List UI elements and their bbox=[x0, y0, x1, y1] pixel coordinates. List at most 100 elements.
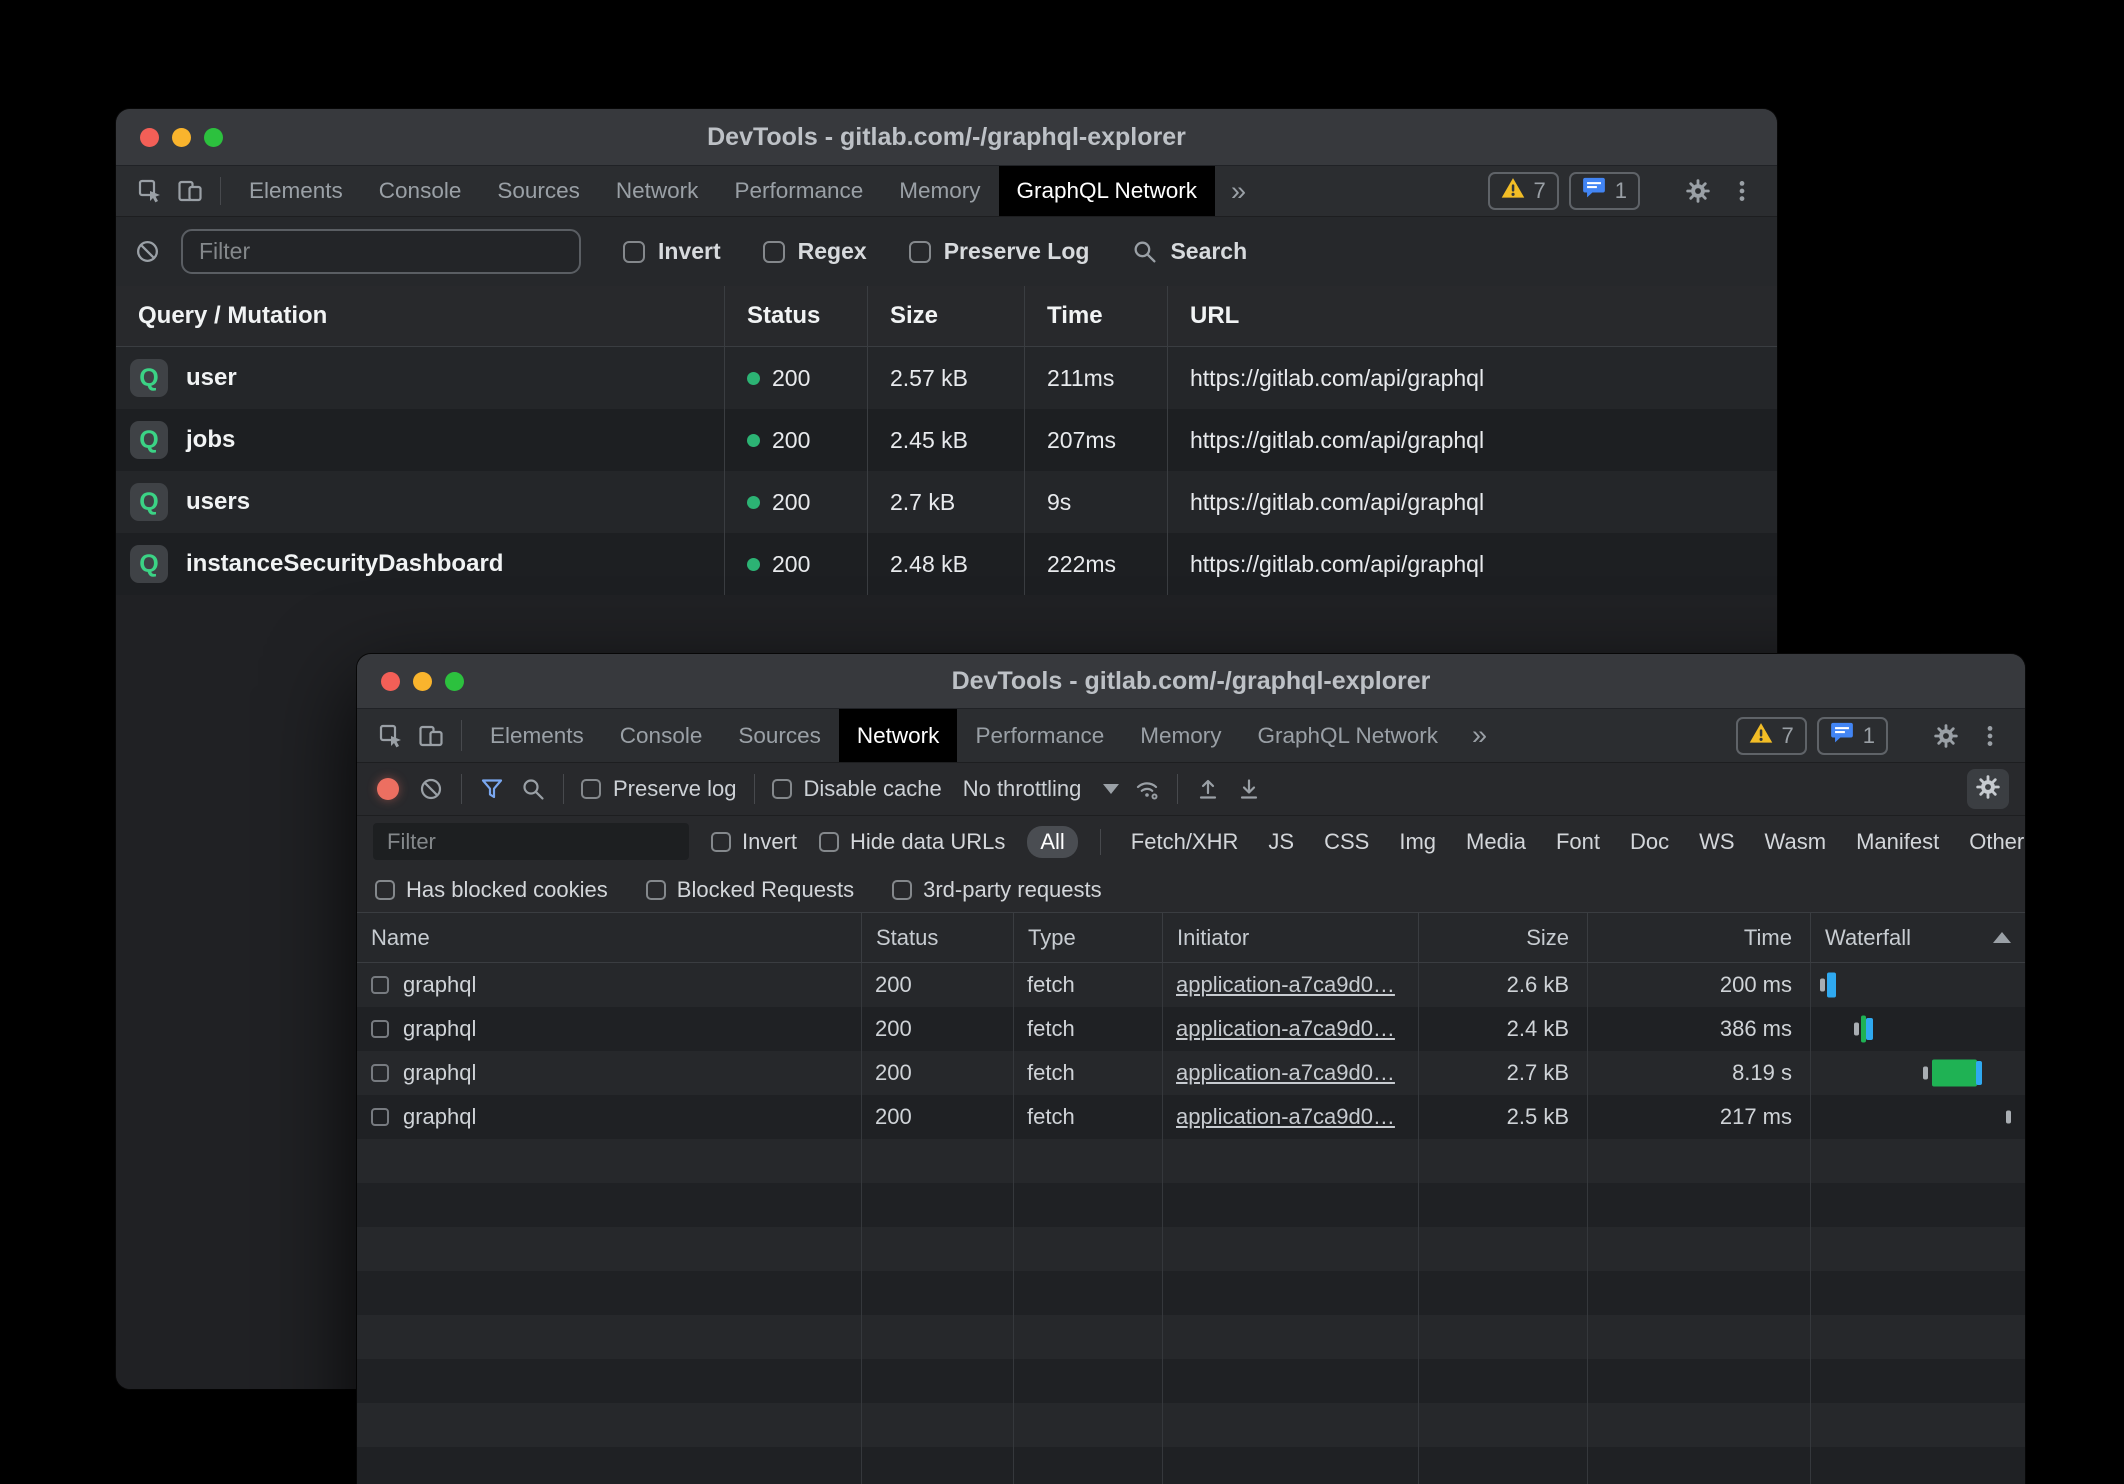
tab-elements[interactable]: Elements bbox=[472, 709, 602, 762]
column-header-waterfall[interactable]: Waterfall bbox=[1810, 913, 2025, 962]
query-row[interactable]: Qusers 200 2.7 kB 9s https://gitlab.com/… bbox=[116, 471, 1777, 533]
chip-css[interactable]: CSS bbox=[1324, 829, 1369, 855]
funnel-icon[interactable] bbox=[479, 776, 505, 802]
tab-elements[interactable]: Elements bbox=[231, 166, 361, 216]
tab-graphql-network[interactable]: GraphQL Network bbox=[999, 166, 1215, 216]
tab-sources[interactable]: Sources bbox=[479, 166, 598, 216]
messages-badge[interactable]: 1 bbox=[1569, 172, 1640, 210]
inspect-icon[interactable] bbox=[133, 166, 167, 216]
hide-data-urls-checkbox[interactable] bbox=[819, 832, 839, 852]
chip-img[interactable]: Img bbox=[1399, 829, 1436, 855]
record-button[interactable] bbox=[377, 778, 399, 800]
row-checkbox[interactable] bbox=[371, 1020, 389, 1038]
column-header[interactable]: Initiator bbox=[1162, 913, 1418, 962]
initiator-link[interactable]: application-a7ca9d0… bbox=[1176, 1104, 1395, 1130]
chip-other[interactable]: Other bbox=[1969, 829, 2024, 855]
chip-manifest[interactable]: Manifest bbox=[1856, 829, 1939, 855]
column-header[interactable]: Status bbox=[861, 913, 1013, 962]
column-header[interactable]: Status bbox=[724, 286, 867, 346]
column-header[interactable]: URL bbox=[1167, 286, 1777, 346]
chip-ws[interactable]: WS bbox=[1699, 829, 1734, 855]
initiator-link[interactable]: application-a7ca9d0… bbox=[1176, 1016, 1395, 1042]
more-tabs-button[interactable]: » bbox=[1456, 709, 1503, 762]
network-conditions-icon[interactable] bbox=[1134, 776, 1160, 802]
column-header[interactable]: Query / Mutation bbox=[116, 286, 724, 346]
chip-fetch-xhr[interactable]: Fetch/XHR bbox=[1131, 829, 1239, 855]
query-row[interactable]: Qjobs 200 2.45 kB 207ms https://gitlab.c… bbox=[116, 409, 1777, 471]
chip-doc[interactable]: Doc bbox=[1630, 829, 1669, 855]
tab-memory[interactable]: Memory bbox=[881, 166, 998, 216]
device-toolbar-icon[interactable] bbox=[414, 709, 448, 762]
query-row[interactable]: QinstanceSecurityDashboard 200 2.48 kB 2… bbox=[116, 533, 1777, 595]
chip-all[interactable]: All bbox=[1027, 826, 1077, 858]
request-row[interactable]: graphql 200 fetch application-a7ca9d0… 2… bbox=[357, 963, 2025, 1007]
divider bbox=[754, 774, 755, 804]
blocked-requests-checkbox[interactable] bbox=[646, 880, 666, 900]
row-checkbox[interactable] bbox=[371, 1064, 389, 1082]
tab-graphql-network[interactable]: GraphQL Network bbox=[1240, 709, 1456, 762]
column-header[interactable]: Time bbox=[1587, 913, 1810, 962]
column-header[interactable]: Size bbox=[1418, 913, 1587, 962]
initiator-link[interactable]: application-a7ca9d0… bbox=[1176, 972, 1395, 998]
tab-console[interactable]: Console bbox=[602, 709, 721, 762]
request-row[interactable]: graphql 200 fetch application-a7ca9d0… 2… bbox=[357, 1051, 2025, 1095]
chip-font[interactable]: Font bbox=[1556, 829, 1600, 855]
import-har-icon[interactable] bbox=[1195, 776, 1221, 802]
settings-gear-icon[interactable] bbox=[1929, 719, 1963, 753]
query-row[interactable]: Quser 200 2.57 kB 211ms https://gitlab.c… bbox=[116, 347, 1777, 409]
kebab-menu-icon[interactable] bbox=[1973, 719, 2007, 753]
preserve-log-checkbox[interactable] bbox=[581, 779, 601, 799]
block-icon[interactable] bbox=[134, 238, 161, 265]
column-header[interactable]: Size bbox=[867, 286, 1024, 346]
initiator-link[interactable]: application-a7ca9d0… bbox=[1176, 1060, 1395, 1086]
warnings-badge[interactable]: 7 bbox=[1488, 172, 1559, 210]
clear-icon[interactable] bbox=[418, 776, 444, 802]
more-tabs-button[interactable]: » bbox=[1215, 166, 1262, 216]
tab-console[interactable]: Console bbox=[361, 166, 480, 216]
export-har-icon[interactable] bbox=[1236, 776, 1262, 802]
messages-badge[interactable]: 1 bbox=[1817, 717, 1888, 755]
divider bbox=[1177, 774, 1178, 804]
message-icon bbox=[1582, 177, 1606, 205]
status-ok-dot bbox=[747, 434, 760, 447]
request-row[interactable]: graphql 200 fetch application-a7ca9d0… 2… bbox=[357, 1095, 2025, 1139]
warnings-badge[interactable]: 7 bbox=[1736, 717, 1807, 755]
request-row[interactable]: graphql 200 fetch application-a7ca9d0… 2… bbox=[357, 1007, 2025, 1051]
regex-checkbox[interactable] bbox=[763, 241, 785, 263]
chip-wasm[interactable]: Wasm bbox=[1765, 829, 1827, 855]
row-checkbox[interactable] bbox=[371, 1108, 389, 1126]
filter-input[interactable] bbox=[183, 231, 579, 272]
invert-checkbox[interactable] bbox=[711, 832, 731, 852]
tab-network[interactable]: Network bbox=[598, 166, 717, 216]
divider bbox=[461, 774, 462, 804]
row-checkbox[interactable] bbox=[371, 976, 389, 994]
chip-js[interactable]: JS bbox=[1268, 829, 1294, 855]
device-toolbar-icon[interactable] bbox=[173, 166, 207, 216]
tab-memory[interactable]: Memory bbox=[1122, 709, 1239, 762]
column-header[interactable]: Name bbox=[357, 913, 861, 962]
sort-ascending-icon bbox=[1993, 932, 2011, 943]
hide-data-urls-option: Hide data URLs bbox=[819, 829, 1005, 855]
third-party-requests-checkbox[interactable] bbox=[892, 880, 912, 900]
tab-performance[interactable]: Performance bbox=[957, 709, 1122, 762]
search-control[interactable]: Search bbox=[1131, 238, 1247, 265]
chip-media[interactable]: Media bbox=[1466, 829, 1526, 855]
tab-network[interactable]: Network bbox=[839, 709, 958, 762]
titlebar: DevTools - gitlab.com/-/graphql-explorer bbox=[357, 654, 2025, 709]
tab-sources[interactable]: Sources bbox=[720, 709, 839, 762]
disable-cache-checkbox[interactable] bbox=[772, 779, 792, 799]
invert-checkbox[interactable] bbox=[623, 241, 645, 263]
search-icon[interactable] bbox=[520, 776, 546, 802]
column-header[interactable]: Time bbox=[1024, 286, 1167, 346]
inspect-icon[interactable] bbox=[374, 709, 408, 762]
preserve-log-checkbox[interactable] bbox=[909, 241, 931, 263]
tab-performance[interactable]: Performance bbox=[716, 166, 881, 216]
kebab-menu-icon[interactable] bbox=[1725, 174, 1759, 208]
divider bbox=[1100, 829, 1101, 855]
settings-gear-icon[interactable] bbox=[1681, 174, 1715, 208]
column-header[interactable]: Type bbox=[1013, 913, 1162, 962]
network-settings-button[interactable] bbox=[1967, 769, 2009, 809]
throttling-select[interactable]: No throttling bbox=[963, 776, 1120, 802]
filter-input[interactable] bbox=[373, 823, 689, 860]
has-blocked-cookies-checkbox[interactable] bbox=[375, 880, 395, 900]
